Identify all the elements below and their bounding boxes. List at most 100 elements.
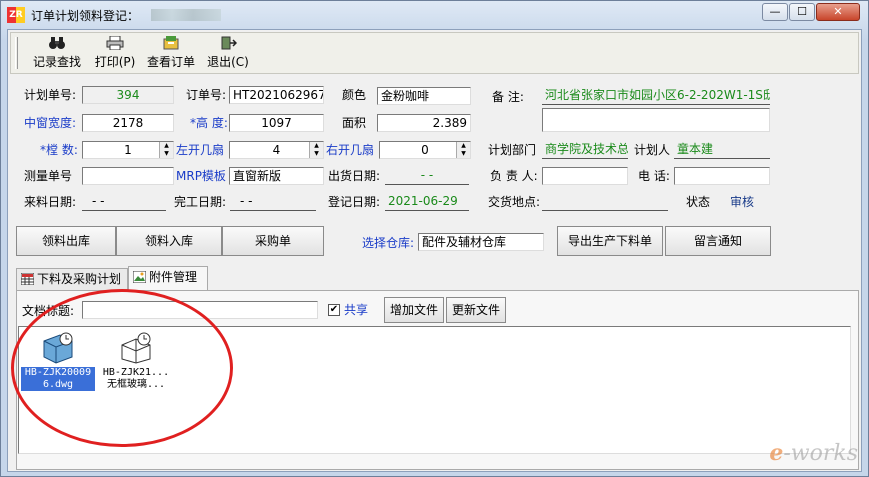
warehouse-field[interactable]: 配件及辅材仓库 (418, 233, 544, 251)
frames-spinner[interactable]: ▲ ▼ (159, 142, 173, 158)
material-date-field[interactable]: - - (82, 193, 166, 211)
height-label: *高 度: (190, 116, 228, 130)
order-no-field[interactable]: HT2021062967 (229, 86, 324, 104)
left-open-field[interactable]: 4 ▲ ▼ (229, 141, 324, 159)
spin-up-icon[interactable]: ▲ (457, 142, 470, 150)
share-checkbox[interactable]: ✔ (328, 304, 340, 316)
print-button[interactable]: 打印(P) (91, 35, 139, 72)
spin-down-icon[interactable]: ▼ (457, 150, 470, 158)
mid-width-field[interactable]: 2178 (82, 114, 174, 132)
export-button[interactable]: 导出生产下料单 (557, 226, 663, 256)
spin-up-icon[interactable]: ▲ (160, 142, 173, 150)
right-open-field[interactable]: 0 ▲ ▼ (379, 141, 471, 159)
printer-icon (106, 35, 124, 51)
find-record-label: 记录查找 (32, 55, 81, 69)
plan-no-field[interactable]: 394 (82, 86, 174, 104)
watermark-e: e (769, 440, 784, 466)
area-field[interactable]: 2.389 (377, 114, 471, 132)
right-open-spinner[interactable]: ▲ ▼ (456, 142, 470, 158)
frames-label: *樘 数: (40, 143, 78, 157)
left-open-spinner[interactable]: ▲ ▼ (309, 142, 323, 158)
measure-no-label: 测量单号 (24, 169, 73, 183)
reg-date-field[interactable]: 2021-06-29 (385, 193, 469, 211)
left-open-label: 左开几扇 (176, 143, 225, 157)
share-label: 共享 (344, 303, 369, 317)
order-no-label: 订单号: (186, 88, 227, 102)
right-open-value: 0 (421, 143, 429, 157)
planner-field[interactable]: 童本建 (674, 141, 770, 159)
binoculars-icon (48, 36, 66, 51)
grid-icon (20, 271, 35, 286)
phone-field[interactable] (674, 167, 770, 185)
receive-button[interactable]: 领料入库 (116, 226, 222, 256)
remark-field-line2[interactable] (542, 108, 770, 132)
color-label: 颜色 (342, 88, 367, 102)
right-open-label: 右开几扇 (326, 143, 375, 157)
spin-down-icon[interactable]: ▼ (310, 150, 323, 158)
tab-attachments-label: 附件管理 (149, 270, 198, 284)
dept-field[interactable]: 商学院及技术总 (542, 141, 628, 159)
phone-label: 电 话: (638, 169, 670, 183)
mid-width-label: 中窗宽度: (24, 116, 77, 130)
highlight-annotation (11, 289, 233, 447)
owner-label: 负 责 人: (490, 169, 538, 183)
status-label: 状态 (686, 195, 711, 209)
exit-button[interactable]: 退出(C) (205, 36, 251, 72)
warehouse-label: 选择仓库: (362, 236, 415, 250)
picture-icon (132, 269, 147, 284)
exit-label: 退出(C) (207, 55, 249, 69)
spin-down-icon[interactable]: ▼ (160, 150, 173, 158)
watermark-rest: -works (783, 441, 858, 466)
delivery-field[interactable] (542, 193, 668, 211)
toolbar: 记录查找 打印(P) 查看订单 退出(C) (10, 32, 859, 74)
add-file-button[interactable]: 增加文件 (384, 297, 444, 323)
tab-material-plan-label: 下料及采购计划 (37, 272, 122, 286)
remark-field[interactable]: 河北省张家口市如园小区6-2-202W1-1S邸 (542, 87, 770, 105)
spin-up-icon[interactable]: ▲ (310, 142, 323, 150)
finish-date-field[interactable]: - - (230, 193, 316, 211)
issue-button[interactable]: 领料出库 (16, 226, 116, 256)
maximize-button[interactable]: ☐ (789, 3, 815, 21)
planner-label: 计划人 (634, 143, 671, 157)
color-field[interactable]: 金粉咖啡 (377, 87, 471, 105)
mrp-label: MRP模板 (176, 169, 226, 183)
close-button[interactable]: ✕ (816, 3, 860, 21)
tab-attachments[interactable]: 附件管理 (128, 266, 208, 290)
find-record-button[interactable]: 记录查找 (31, 36, 83, 72)
window-title: 订单计划领料登记： (31, 9, 140, 23)
update-file-button[interactable]: 更新文件 (446, 297, 506, 323)
tab-material-plan[interactable]: 下料及采购计划 (16, 268, 128, 290)
app-logo-icon: ZR (7, 7, 25, 23)
purchase-button[interactable]: 采购单 (222, 226, 324, 256)
message-button[interactable]: 留言通知 (665, 226, 771, 256)
minimize-button[interactable]: — (762, 3, 788, 21)
plan-no-label: 计划单号: (24, 88, 77, 102)
main-window: ZR 订单计划领料登记： — ☐ ✕ 记录查找 打印(P) 查看订单 退出(C)… (0, 0, 869, 477)
mrp-field[interactable]: 直窗新版 (229, 167, 324, 185)
left-open-value: 4 (272, 143, 281, 157)
reg-date-label: 登记日期: (328, 195, 381, 209)
ship-date-field[interactable]: - - (385, 167, 469, 185)
status-value: 审核 (730, 195, 755, 209)
material-date-label: 来料日期: (24, 195, 77, 209)
owner-field[interactable] (542, 167, 628, 185)
frames-field[interactable]: 1 ▲ ▼ (82, 141, 174, 159)
area-label: 面积 (342, 116, 367, 130)
view-order-icon (162, 36, 180, 51)
finish-date-label: 完工日期: (174, 195, 227, 209)
height-field[interactable]: 1097 (229, 114, 324, 132)
dept-label: 计划部门 (488, 143, 537, 157)
toolbar-grip (15, 37, 18, 69)
delivery-label: 交货地点: (488, 195, 541, 209)
blurred-title-suffix (151, 9, 221, 21)
measure-no-field[interactable] (82, 167, 174, 185)
title-bar: ZR 订单计划领料登记： — ☐ ✕ (1, 1, 868, 29)
frames-value: 1 (124, 143, 132, 157)
view-order-label: 查看订单 (146, 55, 195, 69)
remark-label: 备 注: (492, 90, 524, 104)
eworks-watermark: e-works (769, 440, 858, 466)
print-label: 打印(P) (94, 55, 136, 69)
view-order-button[interactable]: 查看订单 (145, 36, 197, 72)
ship-date-label: 出货日期: (328, 169, 381, 183)
exit-icon (219, 36, 238, 51)
